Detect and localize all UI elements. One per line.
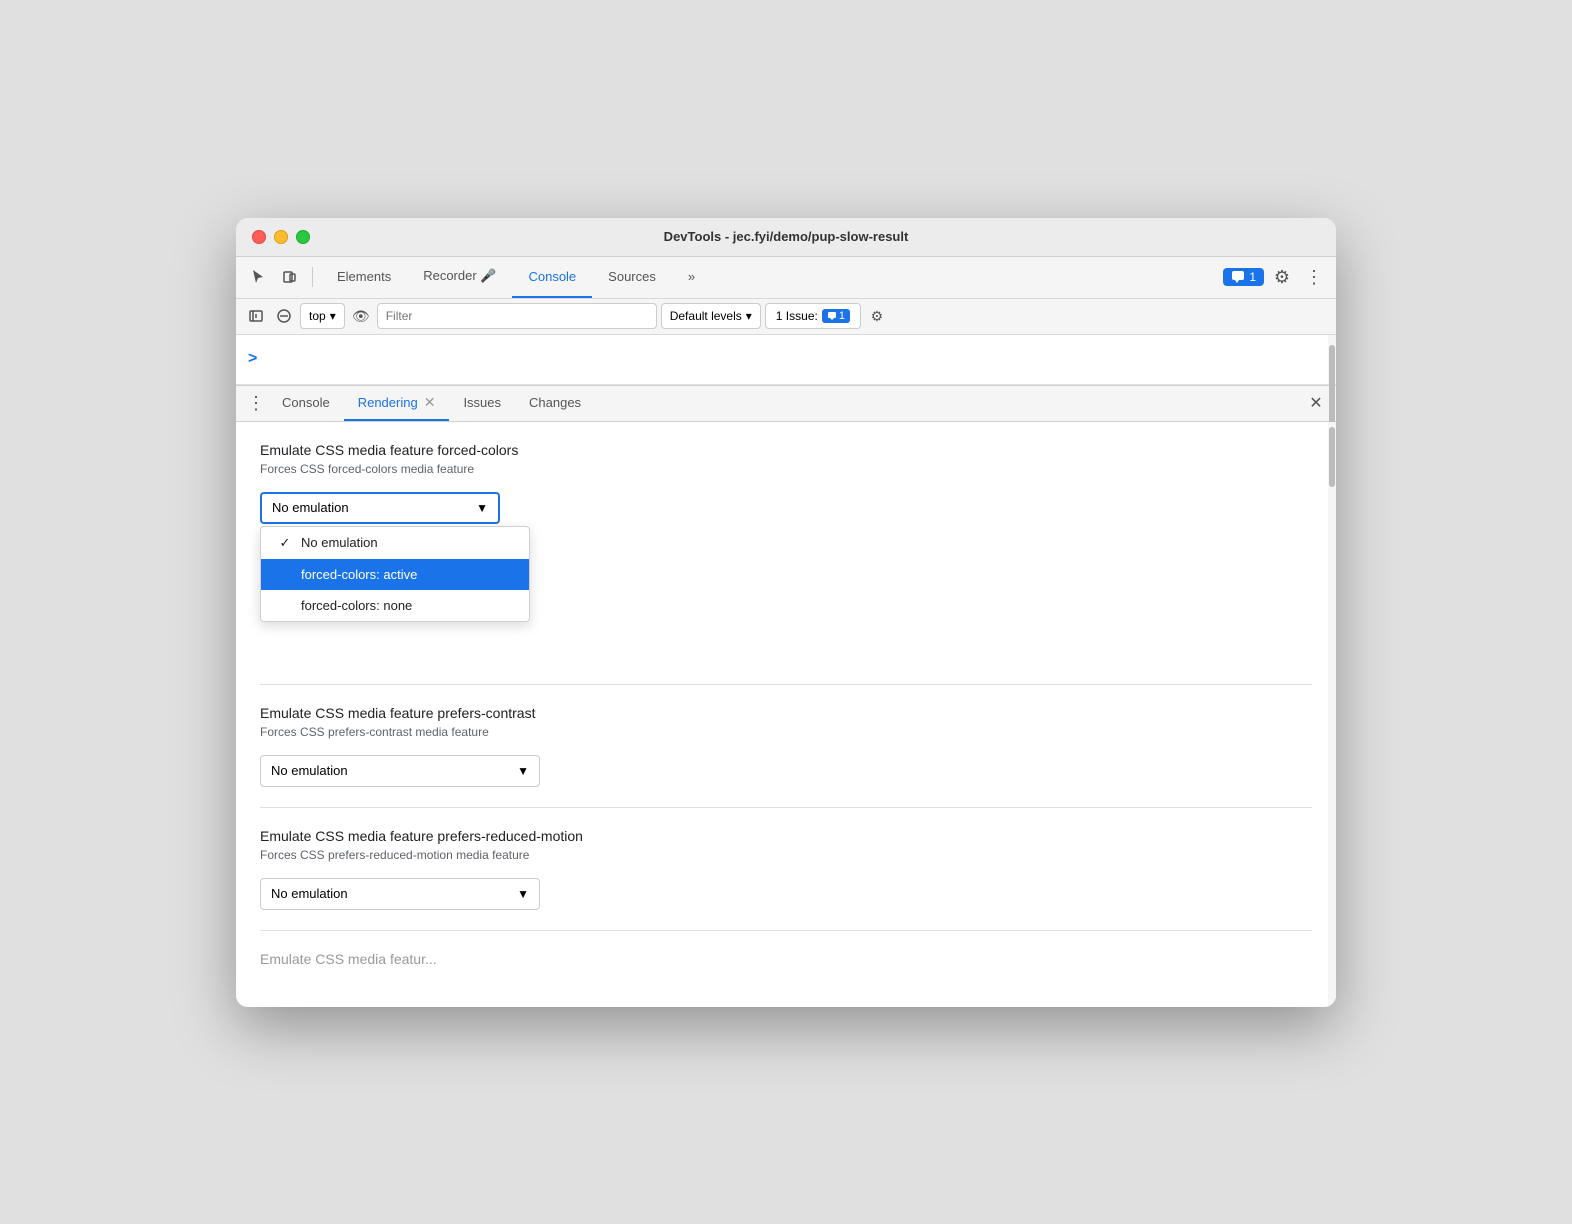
checkmark-icon: ✓	[277, 535, 293, 551]
dropdown-item-no-emulation[interactable]: ✓ No emulation	[261, 527, 529, 559]
main-scrollbar[interactable]	[1328, 335, 1336, 384]
forced-colors-dropdown-menu: ✓ No emulation forced-colors: active for…	[260, 526, 530, 622]
titlebar: DevTools - jec.fyi/demo/pup-slow-result	[236, 218, 1336, 257]
prefers-contrast-selected-value: No emulation	[271, 763, 348, 778]
cursor-icon[interactable]	[244, 263, 272, 291]
dropdown-item-forced-none[interactable]: forced-colors: none	[261, 590, 529, 621]
context-selector[interactable]: top ▾	[300, 303, 345, 329]
bottom-partial-section: Emulate CSS media featur...	[260, 930, 1312, 967]
devtools-window: DevTools - jec.fyi/demo/pup-slow-result …	[236, 218, 1336, 1007]
issues-count-badge: 1	[822, 309, 850, 323]
rendering-tab-close-icon[interactable]: ✕	[424, 395, 436, 409]
tab-rendering-drawer[interactable]: Rendering ✕	[344, 385, 450, 421]
tab-elements[interactable]: Elements	[321, 256, 407, 298]
drawer-scrollbar-thumb	[1329, 427, 1335, 487]
console-input-area: >	[236, 335, 1336, 385]
tab-sources[interactable]: Sources	[592, 256, 672, 298]
bottom-partial-title: Emulate CSS media featur...	[260, 951, 1312, 967]
console-settings-icon[interactable]: ⚙	[865, 304, 889, 328]
forced-colors-section: Emulate CSS media feature forced-colors …	[260, 442, 1312, 524]
tab-issues-drawer[interactable]: Issues	[449, 385, 515, 421]
window-title: DevTools - jec.fyi/demo/pup-slow-result	[664, 229, 909, 244]
chevron-down-icon: ▾	[330, 309, 336, 323]
tab-recorder[interactable]: Recorder 🎤	[407, 256, 512, 298]
prefers-contrast-select[interactable]: No emulation ▼	[260, 755, 540, 787]
drawer-tab-bar: ⋮ Console Rendering ✕ Issues Changes ✕	[236, 386, 1336, 422]
prefers-reduced-motion-chevron-icon: ▼	[517, 887, 529, 901]
issues-button[interactable]: 1 Issue: 1	[765, 303, 861, 329]
forced-colors-title: Emulate CSS media feature forced-colors	[260, 442, 1312, 458]
drawer: ⋮ Console Rendering ✕ Issues Changes ✕ E…	[236, 385, 1336, 1007]
scrollbar-thumb	[1329, 345, 1335, 425]
eye-icon[interactable]: 👁	[349, 304, 373, 328]
drawer-more-icon[interactable]: ⋮	[244, 391, 268, 415]
prefers-reduced-motion-select[interactable]: No emulation ▼	[260, 878, 540, 910]
forced-colors-selected-value: No emulation	[272, 500, 349, 515]
minimize-button[interactable]	[274, 230, 288, 244]
forced-colors-chevron-icon: ▼	[476, 501, 488, 515]
toolbar-separator	[312, 267, 313, 287]
levels-chevron-icon: ▾	[746, 309, 752, 323]
more-options-icon[interactable]: ⋮	[1300, 263, 1328, 291]
forced-colors-dropdown-container: No emulation ▼ ✓ No emulation forced-col…	[260, 492, 500, 524]
tab-changes-drawer[interactable]: Changes	[515, 385, 595, 421]
traffic-lights	[252, 230, 310, 244]
rendering-panel: Emulate CSS media feature forced-colors …	[236, 422, 1336, 1007]
main-toolbar: Elements Recorder 🎤 Console Sources » 1	[236, 257, 1336, 299]
prefers-reduced-motion-dropdown-container: No emulation ▼	[260, 878, 540, 910]
tab-navigation: Elements Recorder 🎤 Console Sources »	[321, 257, 711, 298]
prefers-reduced-motion-subtitle: Forces CSS prefers-reduced-motion media …	[260, 848, 1312, 862]
prefers-contrast-subtitle: Forces CSS prefers-contrast media featur…	[260, 725, 1312, 739]
settings-icon[interactable]: ⚙	[1268, 263, 1296, 291]
chat-badge[interactable]: 1	[1223, 268, 1264, 286]
device-toggle-icon[interactable]	[276, 263, 304, 291]
filter-input[interactable]	[377, 303, 657, 329]
tab-console-drawer[interactable]: Console	[268, 385, 344, 421]
drawer-close-icon[interactable]: ✕	[1304, 391, 1328, 415]
levels-selector[interactable]: Default levels ▾	[661, 303, 761, 329]
clear-console-icon[interactable]	[272, 304, 296, 328]
forced-colors-select[interactable]: No emulation ▼	[260, 492, 500, 524]
prefers-contrast-dropdown-container: No emulation ▼	[260, 755, 540, 787]
dropdown-item-forced-active[interactable]: forced-colors: active	[261, 559, 529, 590]
forced-colors-subtitle: Forces CSS forced-colors media feature	[260, 462, 1312, 476]
prefers-reduced-motion-title: Emulate CSS media feature prefers-reduce…	[260, 828, 1312, 844]
console-prompt-icon[interactable]: >	[248, 350, 257, 368]
prefers-contrast-section: Emulate CSS media feature prefers-contra…	[260, 684, 1312, 787]
tab-more[interactable]: »	[672, 256, 711, 298]
tab-console[interactable]: Console	[512, 256, 592, 298]
drawer-scrollbar[interactable]	[1328, 422, 1336, 1007]
prefers-reduced-motion-selected-value: No emulation	[271, 886, 348, 901]
prefers-contrast-title: Emulate CSS media feature prefers-contra…	[260, 705, 1312, 721]
prefers-contrast-chevron-icon: ▼	[517, 764, 529, 778]
console-toolbar: top ▾ 👁 Default levels ▾ 1 Issue: 1 ⚙	[236, 299, 1336, 335]
close-button[interactable]	[252, 230, 266, 244]
maximize-button[interactable]	[296, 230, 310, 244]
prefers-reduced-motion-section: Emulate CSS media feature prefers-reduce…	[260, 807, 1312, 910]
sidebar-toggle-icon[interactable]	[244, 304, 268, 328]
